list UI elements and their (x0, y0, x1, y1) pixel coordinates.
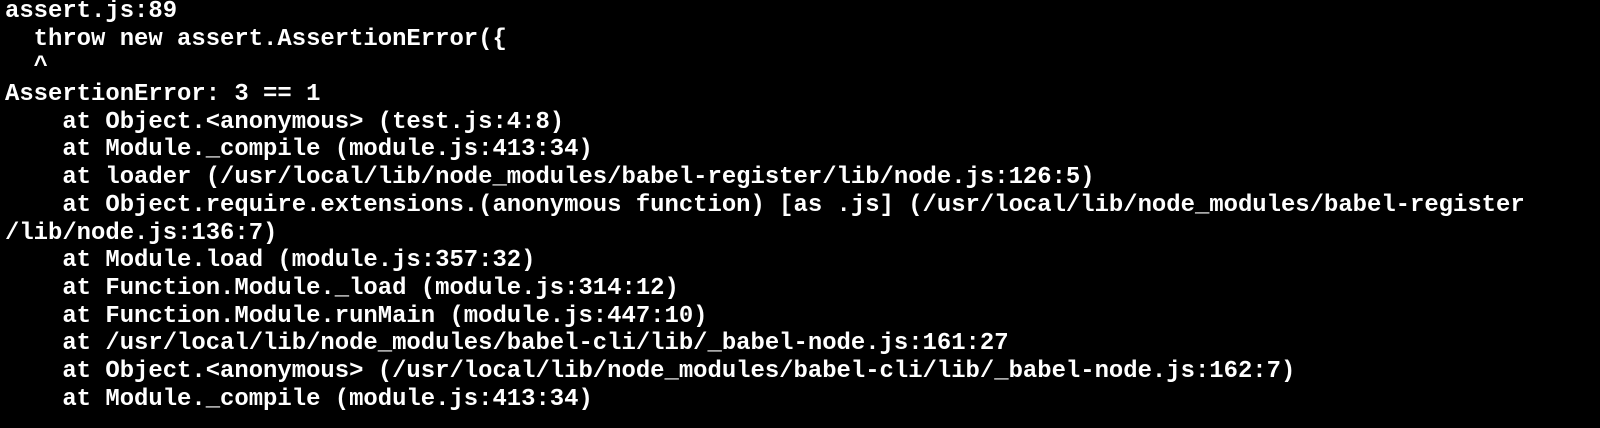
stack-trace-line: at Module._compile (module.js:413:34) (5, 136, 593, 164)
stack-trace-line: at Object.require.extensions.(anonymous … (5, 191, 1525, 219)
stack-trace-line: at Object.<anonymous> (/usr/local/lib/no… (5, 357, 1296, 385)
error-source-line: throw new assert.AssertionError({ (5, 25, 507, 53)
stack-trace-line: at Object.<anonymous> (test.js:4:8) (5, 108, 565, 136)
stack-trace-line-wrap: /lib/node.js:136:7) (5, 219, 278, 247)
stack-trace-line: at /usr/local/lib/node_modules/babel-cli… (5, 330, 1009, 358)
stack-trace-line: at Function.Module._load (module.js:314:… (5, 274, 679, 302)
error-location-line: assert.js:89 (5, 0, 178, 25)
stack-trace-line: at Module.load (module.js:357:32) (5, 247, 536, 275)
error-caret-line: ^ (5, 53, 49, 81)
stack-trace-line: at loader (/usr/local/lib/node_modules/b… (5, 164, 1095, 192)
error-message-line: AssertionError: 3 == 1 (5, 81, 321, 109)
terminal-window[interactable]: assert.js:89 throw new assert.AssertionE… (0, 0, 1600, 426)
terminal-output: assert.js:89 throw new assert.AssertionE… (5, 0, 1600, 413)
stack-trace-line: at Module._compile (module.js:413:34) (5, 385, 593, 413)
stack-trace-line: at Function.Module.runMain (module.js:44… (5, 302, 708, 330)
